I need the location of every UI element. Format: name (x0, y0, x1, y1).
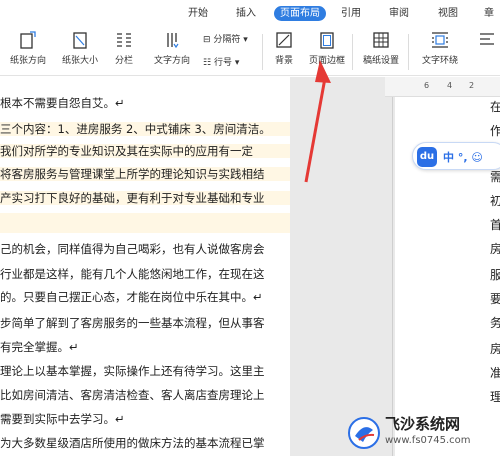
watermark-logo-icon (348, 417, 380, 449)
watermark-url: www.fs0745.com (385, 435, 471, 446)
annotation-arrow (304, 60, 331, 183)
watermark: 飞沙系统网 www.fs0745.com (345, 409, 500, 456)
watermark-title: 飞沙系统网 (385, 415, 461, 433)
